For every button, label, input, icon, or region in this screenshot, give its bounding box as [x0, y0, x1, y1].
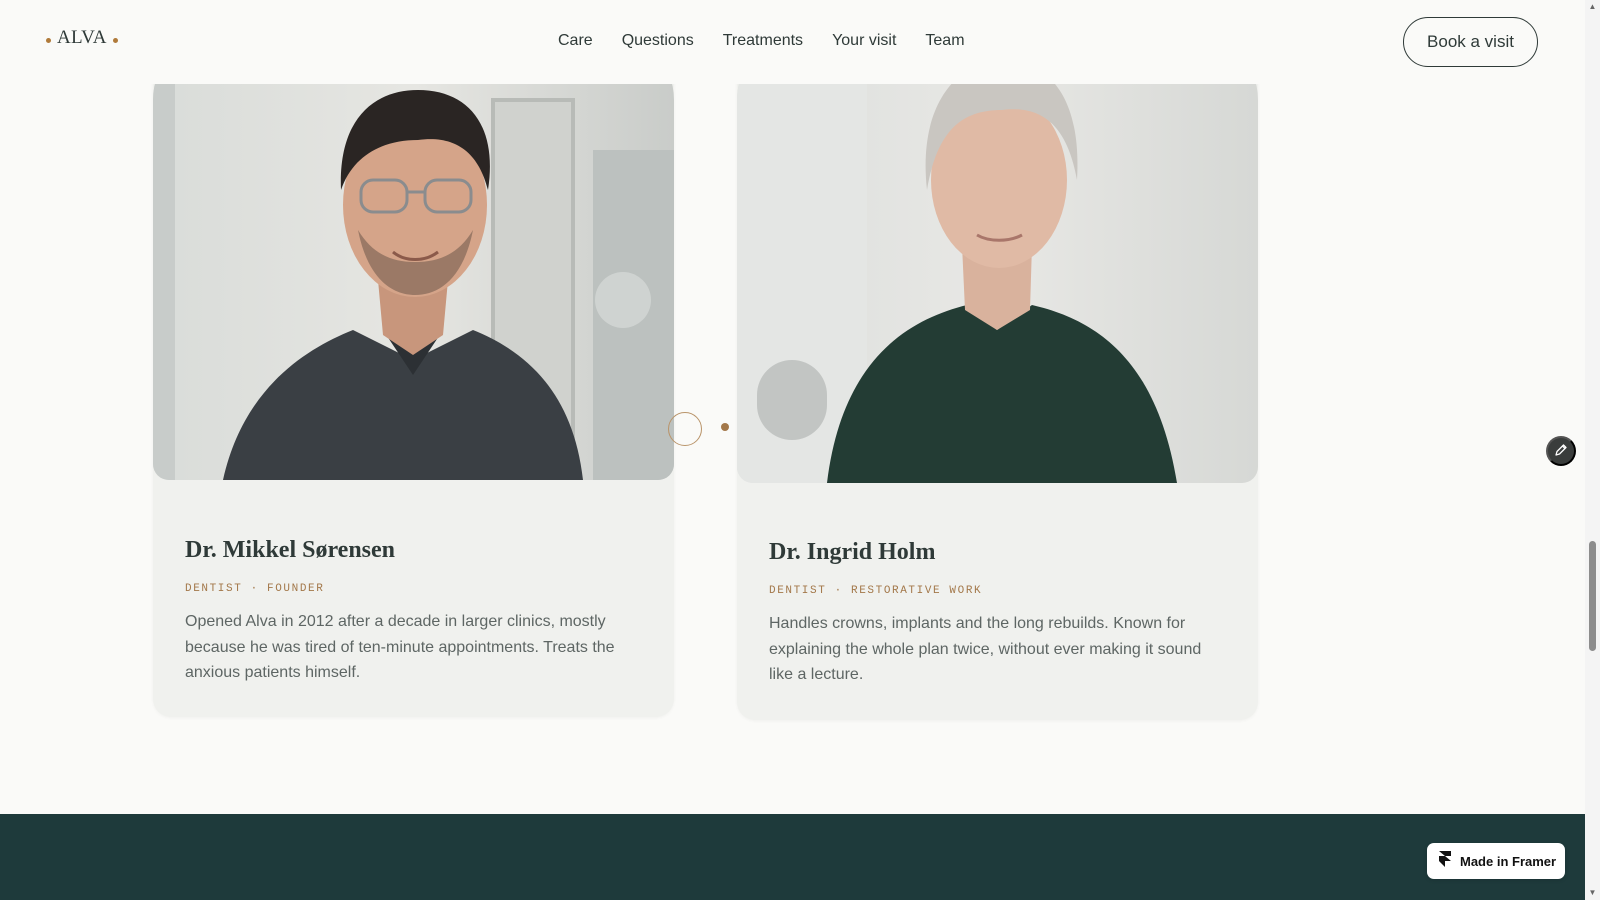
logo-text: ALVA [57, 27, 107, 48]
team-member-bio: Opened Alva in 2012 after a decade in la… [185, 613, 615, 681]
book-visit-button[interactable]: Book a visit [1403, 17, 1538, 67]
team-card-mikkel: Dr. Mikkel Sørensen DENTIST · FOUNDER Op… [153, 30, 674, 717]
nav-questions[interactable]: Questions [622, 30, 694, 52]
team-member-name: Dr. Mikkel Sørensen [185, 537, 396, 563]
logo-dot-right [112, 38, 118, 43]
nav-your-visit[interactable]: Your visit [832, 30, 896, 52]
scroll-down-arrow-icon[interactable]: ▼ [1588, 888, 1597, 897]
badge-label: Made in Framer [1460, 853, 1557, 869]
carousel-prev-control[interactable] [668, 412, 702, 446]
framer-logo-icon [1439, 850, 1451, 872]
team-member-role: DENTIST · FOUNDER [185, 583, 325, 595]
main-nav: Care Questions Treatments Your visit Tea… [558, 30, 965, 52]
nav-care[interactable]: Care [558, 30, 593, 52]
nav-team[interactable]: Team [925, 30, 964, 52]
logo-dot-left [46, 38, 51, 43]
footer-section [0, 814, 1585, 900]
scroll-up-arrow-icon[interactable]: ▲ [1588, 2, 1597, 11]
page: ALVA Care Questions Treatments Your visi… [0, 0, 1585, 900]
portrait-photo [737, 30, 1258, 483]
team-member-name: Dr. Ingrid Holm [769, 539, 936, 565]
logo[interactable]: ALVA [46, 27, 118, 49]
team-card-ingrid: Dr. Ingrid Holm DENTIST · RESTORATIVE WO… [737, 30, 1258, 720]
nav-treatments[interactable]: Treatments [723, 30, 803, 52]
scrollbar-thumb[interactable] [1589, 541, 1596, 651]
site-header: ALVA Care Questions Treatments Your visi… [0, 0, 1585, 84]
team-member-bio: Handles crowns, implants and the long re… [769, 615, 1202, 683]
carousel-indicator-dot[interactable] [721, 423, 729, 431]
pencil-icon [1554, 443, 1568, 460]
made-in-framer-badge[interactable]: Made in Framer [1427, 843, 1565, 879]
vertical-scrollbar[interactable]: ▲ ▼ [1585, 0, 1600, 900]
portrait-ingrid-image [737, 30, 1258, 483]
team-member-role: DENTIST · RESTORATIVE WORK [769, 585, 983, 597]
edit-button[interactable] [1546, 436, 1576, 466]
portrait-mikkel-image [153, 30, 674, 480]
portrait-photo [153, 30, 674, 480]
